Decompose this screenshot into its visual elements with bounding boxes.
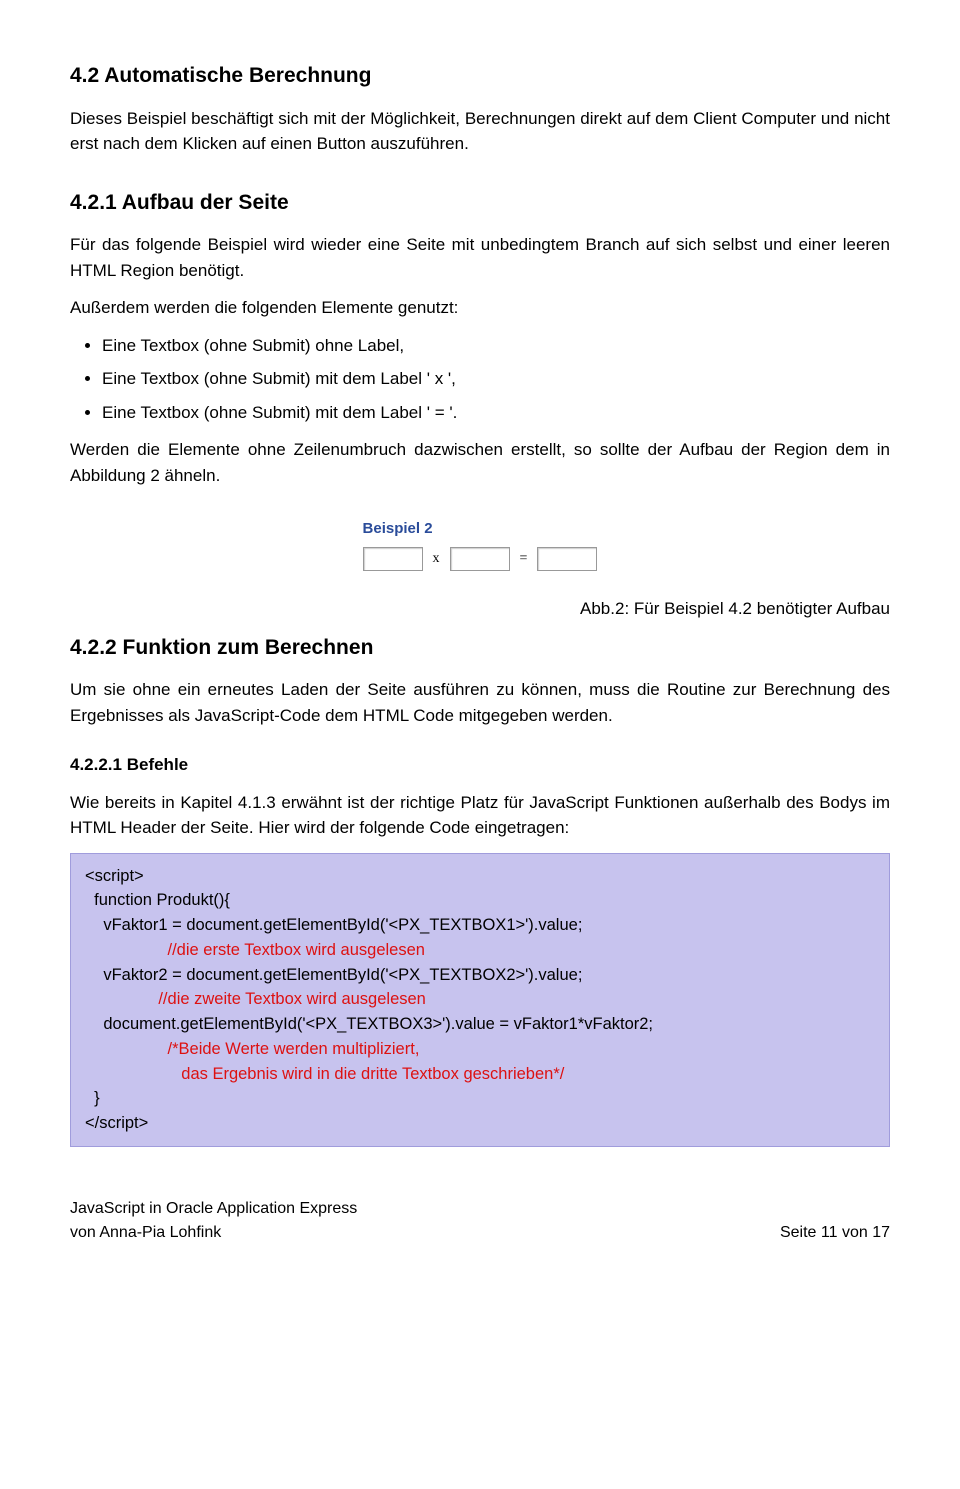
textbox-2 bbox=[450, 547, 510, 571]
heading-4-2: 4.2 Automatische Berechnung bbox=[70, 60, 890, 92]
footer-title: JavaScript in Oracle Application Express bbox=[70, 1197, 357, 1221]
figure-caption: Abb.2: Für Beispiel 4.2 benötigter Aufba… bbox=[70, 596, 890, 622]
page-number: Seite 11 von 17 bbox=[780, 1221, 890, 1245]
list-item: Eine Textbox (ohne Submit) mit dem Label… bbox=[102, 366, 890, 392]
figure-2: Beispiel 2 x = bbox=[70, 518, 890, 578]
code-line: function Produkt(){ bbox=[85, 891, 230, 909]
code-block: <script> function Produkt(){ vFaktor1 = … bbox=[70, 853, 890, 1147]
code-line: </script> bbox=[85, 1114, 148, 1132]
textbox-3 bbox=[537, 547, 597, 571]
code-comment: das Ergebnis wird in die dritte Textbox … bbox=[85, 1065, 564, 1083]
figure-title: Beispiel 2 bbox=[363, 518, 598, 541]
list-item: Eine Textbox (ohne Submit) mit dem Label… bbox=[102, 400, 890, 426]
heading-4-2-2-1: 4.2.2.1 Befehle bbox=[70, 752, 890, 778]
code-line: <script> bbox=[85, 867, 144, 885]
code-line: document.getElementById('<PX_TEXTBOX3>')… bbox=[85, 1015, 653, 1033]
heading-4-2-1: 4.2.1 Aufbau der Seite bbox=[70, 187, 890, 219]
para-4-2-2-1-a: Wie bereits in Kapitel 4.1.3 erwähnt ist… bbox=[70, 790, 890, 841]
textbox-1 bbox=[363, 547, 423, 571]
code-comment: //die erste Textbox wird ausgelesen bbox=[85, 941, 425, 959]
code-comment: //die zweite Textbox wird ausgelesen bbox=[85, 990, 426, 1008]
para-4-2-1-c: Werden die Elemente ohne Zeilenumbruch d… bbox=[70, 437, 890, 488]
operator-eq: = bbox=[520, 548, 528, 569]
para-4-2-intro: Dieses Beispiel beschäftigt sich mit der… bbox=[70, 106, 890, 157]
operator-x: x bbox=[433, 548, 440, 569]
para-4-2-1-a: Für das folgende Beispiel wird wieder ei… bbox=[70, 232, 890, 283]
code-line: vFaktor1 = document.getElementById('<PX_… bbox=[85, 916, 582, 934]
list-item: Eine Textbox (ohne Submit) ohne Label, bbox=[102, 333, 890, 359]
page-footer: JavaScript in Oracle Application Express… bbox=[70, 1197, 890, 1245]
para-4-2-1-b: Außerdem werden die folgenden Elemente g… bbox=[70, 295, 890, 321]
code-comment: /*Beide Werte werden multipliziert, bbox=[85, 1040, 419, 1058]
heading-4-2-2: 4.2.2 Funktion zum Berechnen bbox=[70, 632, 890, 664]
bullet-list-4-2-1: Eine Textbox (ohne Submit) ohne Label, E… bbox=[70, 333, 890, 426]
code-line: } bbox=[85, 1089, 100, 1107]
para-4-2-2-a: Um sie ohne ein erneutes Laden der Seite… bbox=[70, 677, 890, 728]
footer-author: von Anna-Pia Lohfink bbox=[70, 1221, 357, 1245]
code-line: vFaktor2 = document.getElementById('<PX_… bbox=[85, 966, 582, 984]
